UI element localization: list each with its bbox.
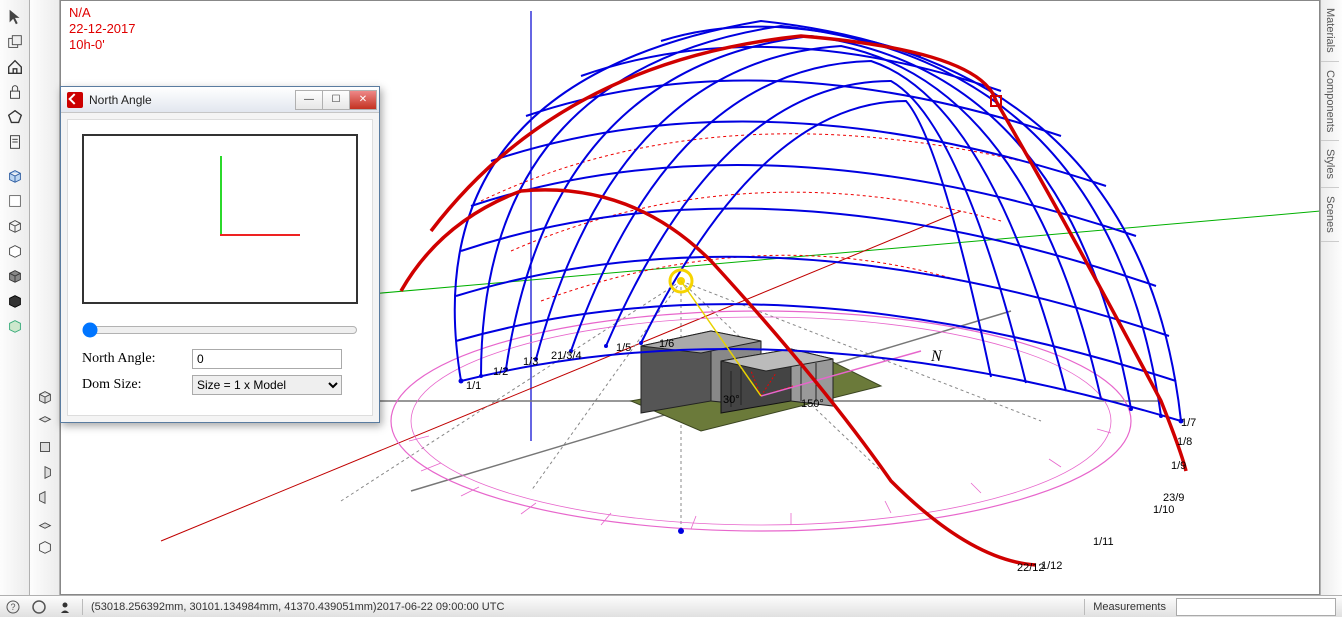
compass-north-line bbox=[220, 156, 222, 236]
svg-text:22/12: 22/12 bbox=[1017, 562, 1045, 574]
view7-icon[interactable] bbox=[33, 535, 57, 559]
north-letter: N bbox=[930, 348, 943, 365]
info-icon[interactable] bbox=[28, 597, 50, 617]
sheet-icon[interactable] bbox=[3, 189, 27, 213]
north-angle-input[interactable] bbox=[192, 349, 342, 369]
svg-text:1/8: 1/8 bbox=[1177, 436, 1192, 448]
svg-text:1/7: 1/7 bbox=[1181, 417, 1196, 429]
dialog-titlebar[interactable]: North Angle — ☐ ✕ bbox=[61, 87, 379, 113]
svg-text:1/9: 1/9 bbox=[1171, 460, 1186, 472]
sketchup-icon bbox=[67, 92, 83, 108]
tray-tab-scenes[interactable]: Scenes bbox=[1321, 188, 1339, 242]
view3-icon[interactable] bbox=[33, 435, 57, 459]
document-icon[interactable] bbox=[3, 130, 27, 154]
left-toolbar-1 bbox=[0, 0, 30, 595]
view6-icon[interactable] bbox=[33, 510, 57, 534]
measurements-input[interactable] bbox=[1176, 598, 1336, 616]
status-bar: ? (53018.256392mm, 30101.134984mm, 41370… bbox=[0, 595, 1342, 617]
view4-icon[interactable] bbox=[33, 460, 57, 484]
tray-tab-materials[interactable]: Materials bbox=[1321, 0, 1339, 62]
svg-text:30°: 30° bbox=[723, 394, 740, 406]
cube-dark-icon[interactable] bbox=[3, 289, 27, 313]
person-icon[interactable] bbox=[54, 597, 76, 617]
dialog-title: North Angle bbox=[89, 93, 152, 107]
svg-text:1/6: 1/6 bbox=[659, 338, 674, 350]
dom-size-label: Dom Size: bbox=[82, 377, 192, 393]
component-icon[interactable] bbox=[3, 30, 27, 54]
select-tool-icon[interactable] bbox=[3, 5, 27, 29]
right-tray: Materials Components Styles Scenes bbox=[1320, 0, 1342, 595]
svg-text:?: ? bbox=[10, 602, 15, 612]
svg-text:1/11: 1/11 bbox=[1093, 536, 1114, 548]
dom-size-select[interactable]: Size = 1 x Model Size = 2 x Model Size =… bbox=[192, 375, 342, 395]
help-icon[interactable]: ? bbox=[2, 597, 24, 617]
svg-text:23/9: 23/9 bbox=[1163, 492, 1184, 504]
svg-text:21/3/4: 21/3/4 bbox=[551, 350, 582, 362]
svg-text:1/5: 1/5 bbox=[616, 342, 631, 354]
lock-icon[interactable] bbox=[3, 80, 27, 104]
iso-icon[interactable] bbox=[33, 385, 57, 409]
svg-text:1/1: 1/1 bbox=[466, 380, 481, 392]
view5-icon[interactable] bbox=[33, 485, 57, 509]
svg-text:1/2: 1/2 bbox=[493, 366, 508, 378]
compass-preview[interactable] bbox=[82, 134, 358, 304]
north-angle-label: North Angle: bbox=[82, 351, 192, 367]
cube-wire-icon[interactable] bbox=[3, 214, 27, 238]
close-button[interactable]: ✕ bbox=[349, 90, 377, 110]
svg-text:1/3: 1/3 bbox=[523, 356, 538, 368]
cube-blue-icon[interactable] bbox=[3, 164, 27, 188]
svg-text:1/10: 1/10 bbox=[1153, 504, 1174, 516]
home-icon[interactable] bbox=[3, 55, 27, 79]
cube-outline-icon[interactable] bbox=[3, 239, 27, 263]
measurements-label: Measurements bbox=[1089, 601, 1170, 613]
maximize-button[interactable]: ☐ bbox=[322, 90, 350, 110]
compass-east-line bbox=[220, 234, 300, 236]
tray-tab-styles[interactable]: Styles bbox=[1321, 141, 1339, 188]
pentagon-icon[interactable] bbox=[3, 105, 27, 129]
north-angle-dialog[interactable]: North Angle — ☐ ✕ North Angle: Dom Size:… bbox=[60, 86, 380, 423]
view2-icon[interactable] bbox=[33, 410, 57, 434]
north-angle-slider[interactable] bbox=[82, 322, 358, 338]
solstice-arcs bbox=[401, 36, 1186, 565]
status-coords: (53018.256392mm, 30101.134984mm, 41370.4… bbox=[87, 601, 508, 613]
tray-tab-components[interactable]: Components bbox=[1321, 62, 1339, 141]
cube-shaded-icon[interactable] bbox=[3, 264, 27, 288]
dialog-body: North Angle: Dom Size: Size = 1 x Model … bbox=[67, 119, 373, 416]
svg-text:150°: 150° bbox=[801, 398, 824, 410]
cube-green-icon[interactable] bbox=[3, 314, 27, 338]
left-toolbar-2: Layer Entity bbox=[30, 0, 60, 595]
minimize-button[interactable]: — bbox=[295, 90, 323, 110]
